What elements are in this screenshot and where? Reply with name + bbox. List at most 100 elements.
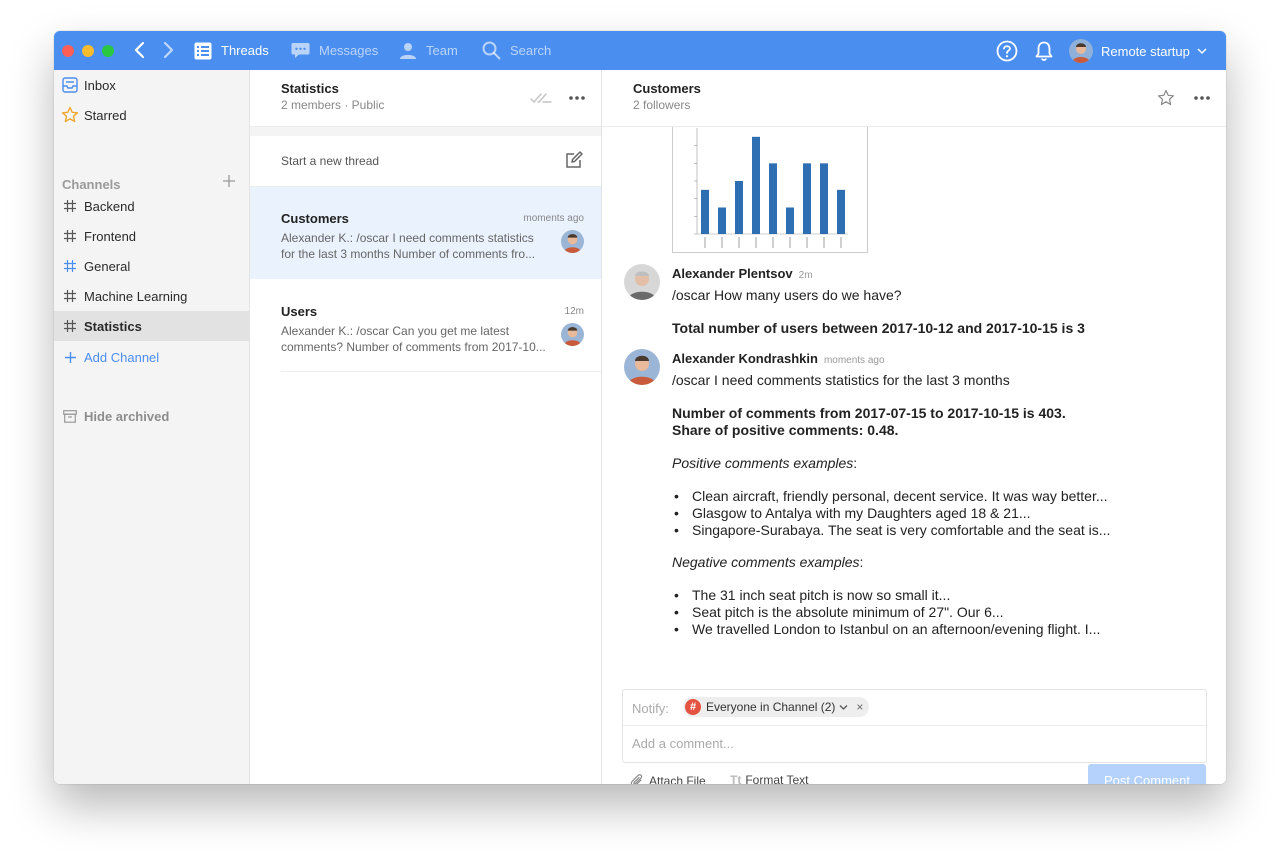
- nav-team-label: Team: [426, 43, 458, 58]
- help-icon[interactable]: [996, 40, 1018, 62]
- sidebar-item-label: Backend: [84, 198, 135, 214]
- back-arrow-icon[interactable]: [130, 40, 150, 60]
- message-list: Alexander Plentsov 2m /oscar How many use…: [602, 127, 1226, 683]
- format-text-button[interactable]: Tt Format Text: [730, 773, 808, 784]
- sidebar: Inbox Starred Channels Backend Frontend …: [54, 70, 250, 784]
- notify-recipient-chip[interactable]: # Everyone in Channel (2) ×: [683, 697, 870, 717]
- channel-title: Statistics: [281, 81, 339, 96]
- minimize-window-button[interactable]: [82, 45, 94, 57]
- close-window-button[interactable]: [62, 45, 74, 57]
- chart-bar: [769, 163, 777, 234]
- sidebar-item-statistics[interactable]: Statistics: [54, 311, 249, 341]
- sidebar-item-general[interactable]: General: [54, 251, 249, 281]
- sidebar-item-label: General: [84, 258, 131, 274]
- add-channel-label: Add Channel: [84, 349, 160, 365]
- conversation-pane: Customers 2 followers Alexander Plentsov…: [602, 70, 1226, 784]
- thread-title: Customers: [281, 211, 349, 226]
- nav-search-label: Search: [510, 43, 552, 58]
- conversation-header: Customers 2 followers: [602, 70, 1226, 127]
- sidebar-item-machine-learning[interactable]: Machine Learning: [54, 281, 249, 311]
- close-icon[interactable]: ×: [856, 700, 863, 714]
- bell-icon[interactable]: [1033, 40, 1055, 62]
- person-icon: [400, 42, 416, 59]
- sidebar-item-starred[interactable]: Starred: [54, 100, 249, 130]
- hash-icon: [64, 260, 76, 272]
- divider: [281, 371, 601, 372]
- nav-search[interactable]: Search: [482, 31, 551, 70]
- chip-label: Everyone in Channel (2): [706, 700, 836, 714]
- notify-label: Notify:: [632, 701, 669, 716]
- list-item: We travelled London to Istanbul on an af…: [674, 621, 1100, 637]
- star-icon[interactable]: [1157, 89, 1175, 107]
- nav-messages[interactable]: Messages: [291, 31, 378, 70]
- more-options-icon[interactable]: [568, 91, 586, 105]
- bot-reply: Total number of users between 2017-10-12…: [672, 320, 1085, 336]
- hash-icon: [64, 230, 76, 242]
- nav-team[interactable]: Team: [399, 31, 458, 70]
- chart-bar: [718, 207, 726, 234]
- comment-composer: Notify: # Everyone in Channel (2) ×: [622, 689, 1207, 763]
- nav-threads[interactable]: Threads: [194, 31, 269, 70]
- add-channel-plus-icon[interactable]: [222, 174, 236, 188]
- chart-bar: [701, 189, 709, 234]
- hide-archived-toggle[interactable]: Hide archived: [54, 401, 249, 431]
- channel-subtitle: 2 members · Public: [281, 98, 385, 112]
- hash-icon: [64, 320, 76, 332]
- forward-arrow-icon[interactable]: [158, 40, 178, 60]
- sidebar-item-label: Machine Learning: [84, 288, 188, 304]
- inbox-icon: [62, 77, 78, 93]
- list-item: Glasgow to Antalya with my Daughters age…: [674, 505, 1031, 521]
- paperclip-icon: [630, 774, 643, 784]
- avatar: [624, 264, 660, 300]
- nav-messages-label: Messages: [319, 43, 379, 58]
- channels-heading: Channels: [62, 177, 121, 192]
- start-new-thread-label: Start a new thread: [281, 154, 380, 168]
- attach-file-button[interactable]: Attach File: [630, 773, 706, 784]
- message-text: /oscar How many users do we have?: [672, 287, 902, 303]
- zoom-window-button[interactable]: [102, 45, 114, 57]
- sidebar-item-backend[interactable]: Backend: [54, 191, 249, 221]
- comment-input[interactable]: [632, 736, 1192, 751]
- start-new-thread-button[interactable]: Start a new thread: [250, 136, 601, 187]
- message-author: Alexander Kondrashkin moments ago: [672, 351, 885, 366]
- thread-snippet: Alexander K.: /oscar I need comments sta…: [281, 231, 536, 261]
- compose-icon: [566, 151, 583, 168]
- thread-item-users[interactable]: Users 12m Alexander K.: /oscar Can you g…: [250, 280, 601, 372]
- chart-thumbnail: [694, 128, 848, 248]
- thread-list-header: Statistics 2 members · Public: [250, 70, 601, 127]
- title-bar: Threads Messages Team Search Remote star…: [54, 31, 1226, 70]
- avatar: [1069, 39, 1093, 63]
- negative-heading-text: Negative comments examples: [672, 554, 860, 570]
- sidebar-item-inbox[interactable]: Inbox: [54, 70, 249, 100]
- attach-file-label: Attach File: [649, 773, 706, 785]
- more-options-icon[interactable]: [1193, 91, 1211, 105]
- post-comment-button[interactable]: Post Comment: [1088, 764, 1206, 784]
- format-text-label: Format Text: [745, 773, 809, 784]
- hide-archived-label: Hide archived: [84, 408, 170, 424]
- app-window: Threads Messages Team Search Remote star…: [54, 31, 1226, 784]
- thread-time: 12m: [564, 306, 584, 317]
- mark-all-read-icon[interactable]: [530, 91, 552, 105]
- chart-bar: [735, 181, 743, 234]
- message-author: Alexander Plentsov 2m: [672, 266, 813, 281]
- followers-count: 2 followers: [633, 98, 691, 112]
- attached-chart-image[interactable]: [672, 127, 868, 253]
- thread-title: Users: [281, 304, 318, 319]
- list-icon: [194, 42, 212, 59]
- header-gap: [250, 127, 601, 136]
- bot-reply-line: Number of comments from 2017-07-15 to 20…: [672, 405, 1066, 421]
- add-channel-link[interactable]: Add Channel: [54, 342, 249, 372]
- sidebar-item-label: Inbox: [84, 77, 116, 93]
- thread-time: moments ago: [523, 213, 584, 224]
- hash-icon: [64, 200, 76, 212]
- avatar: [561, 323, 584, 346]
- sidebar-item-label: Statistics: [84, 318, 142, 334]
- positive-heading: Positive comments examples:: [672, 455, 858, 471]
- sidebar-item-frontend[interactable]: Frontend: [54, 221, 249, 251]
- account-name: Remote startup: [1101, 43, 1190, 59]
- format-text-icon: Tt: [730, 773, 742, 784]
- chevron-down-icon[interactable]: [839, 704, 848, 711]
- archive-icon: [63, 409, 77, 423]
- account-menu[interactable]: Remote startup: [1069, 38, 1207, 64]
- thread-item-customers[interactable]: Customers moments ago Alexander K.: /osc…: [250, 187, 601, 279]
